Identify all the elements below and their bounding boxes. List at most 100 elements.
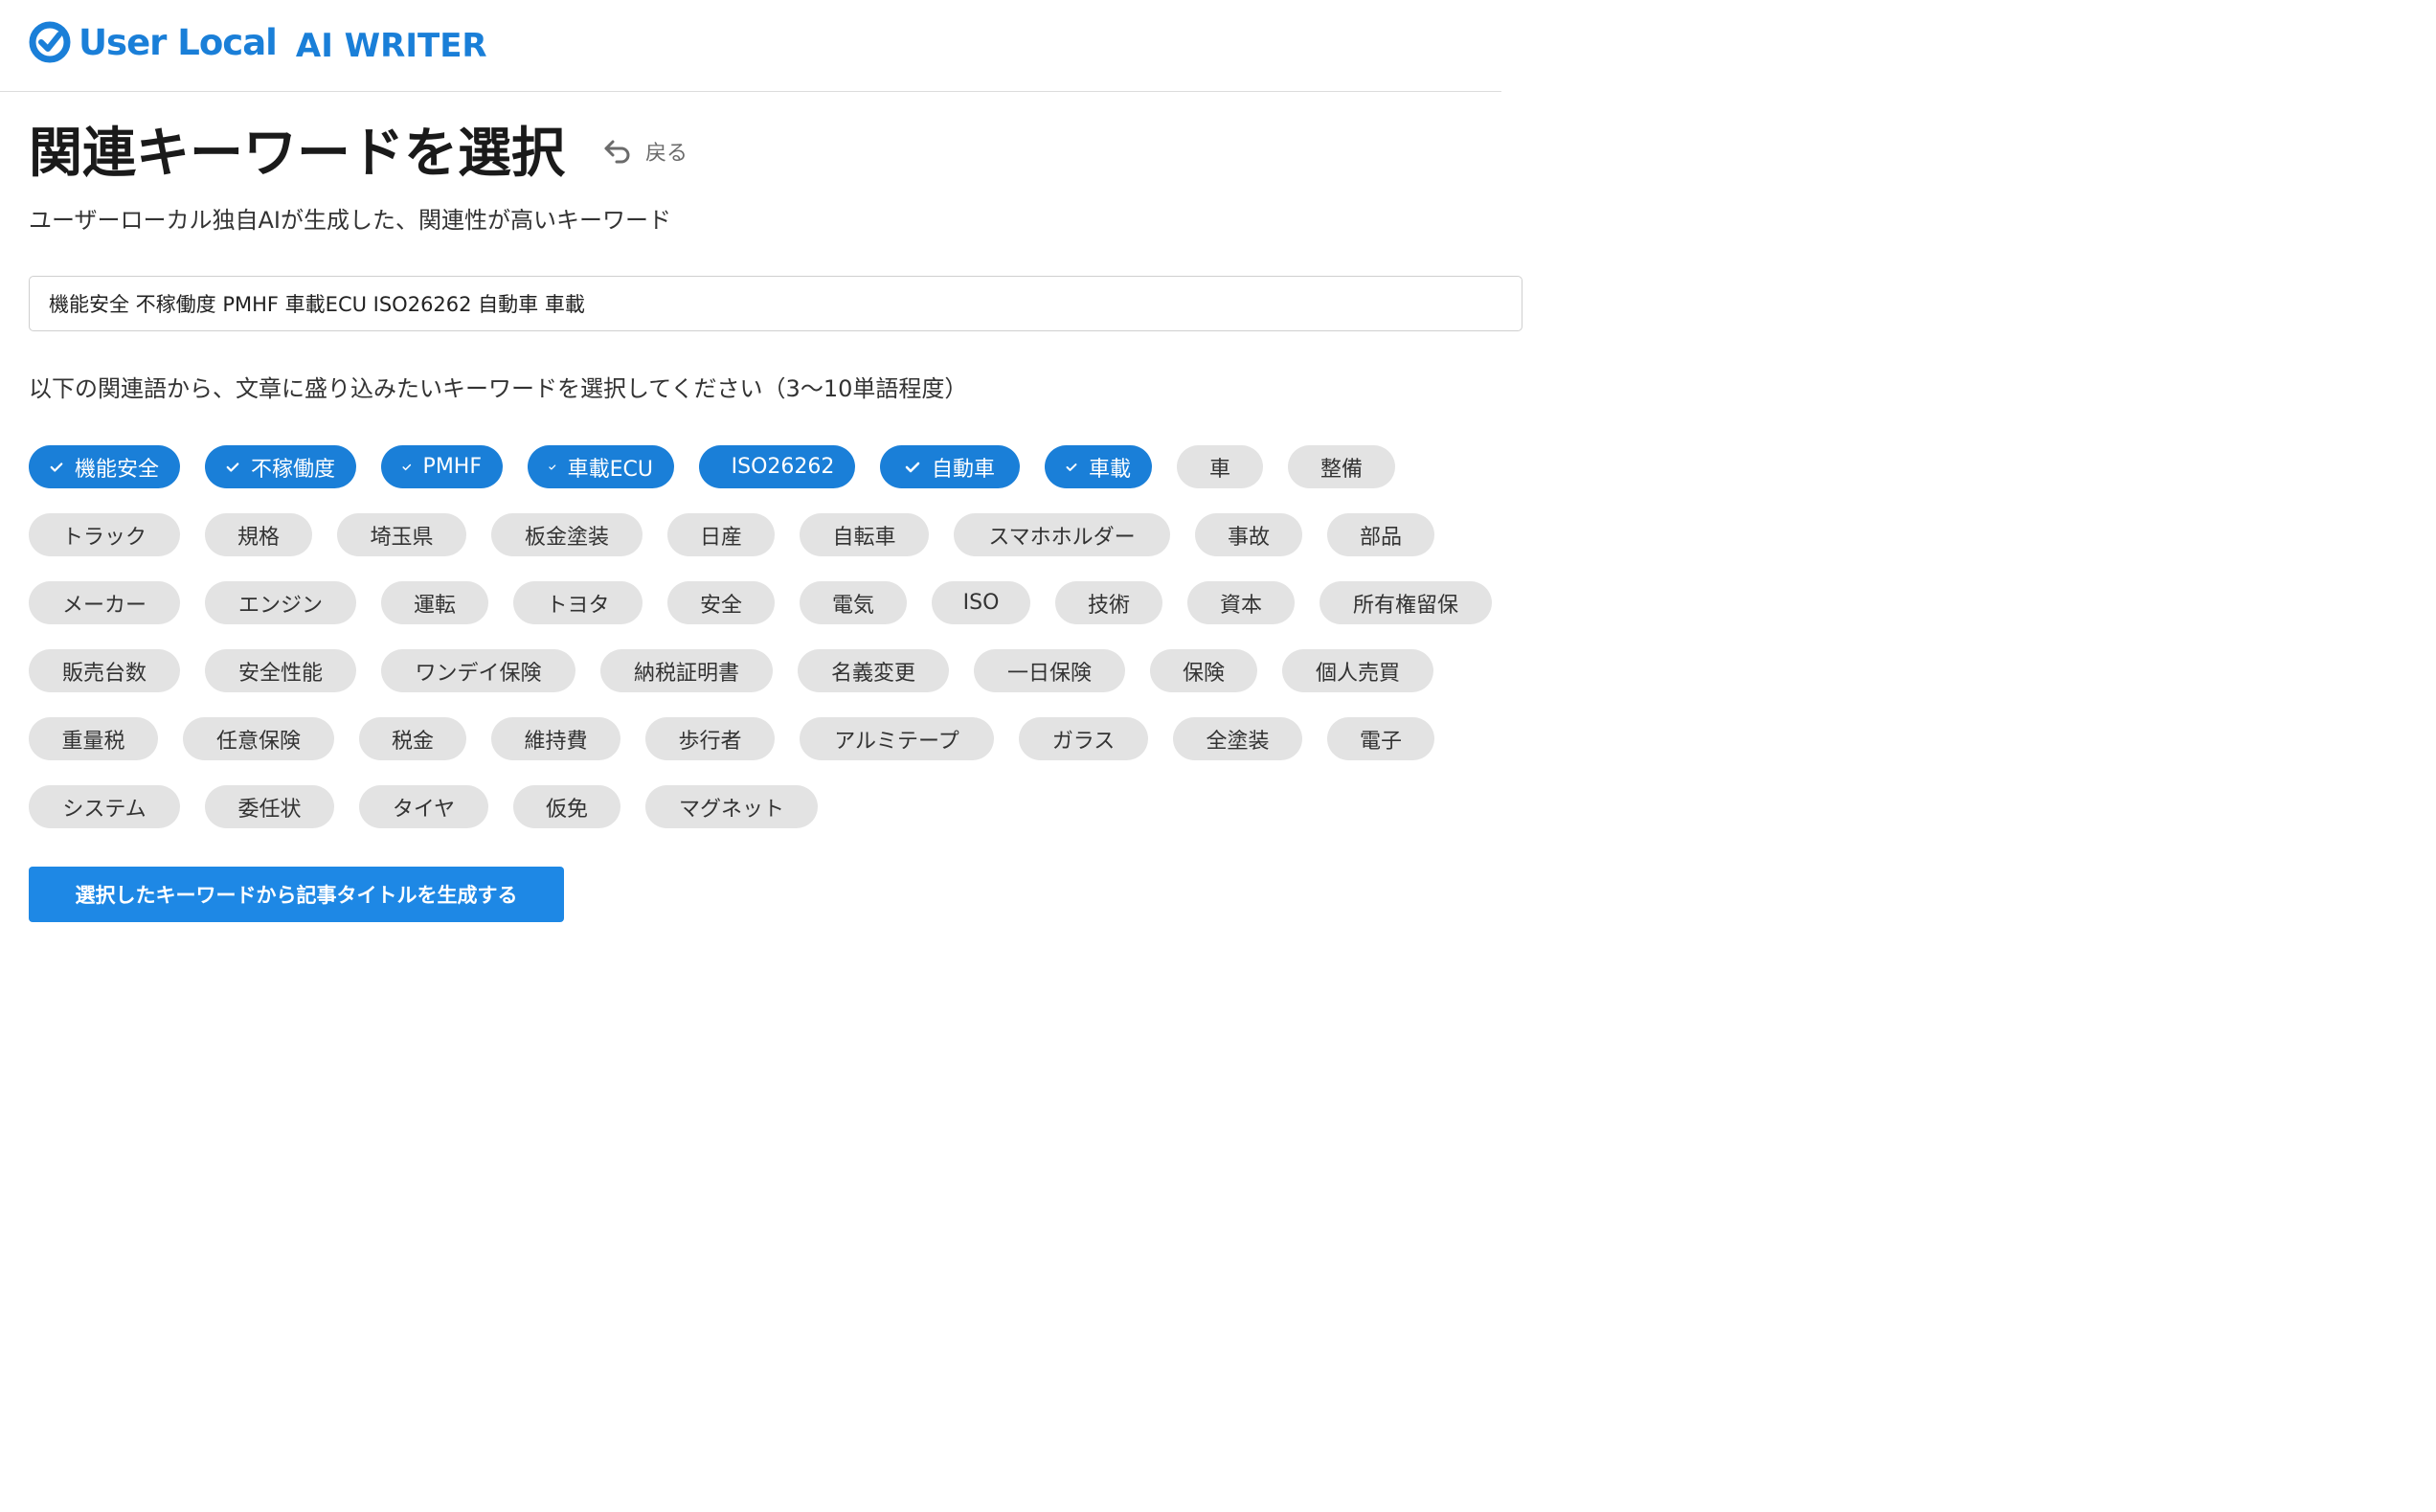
keyword-tag[interactable]: ガラス <box>1019 717 1148 760</box>
keyword-tag[interactable]: 電子 <box>1327 717 1434 760</box>
keyword-tag-selected[interactable]: 車載 <box>1045 445 1152 488</box>
keyword-tag-label: スマホホルダー <box>988 525 1136 550</box>
keyword-tag-label: 板金塗装 <box>524 525 609 550</box>
keyword-tag[interactable]: アルミテープ <box>800 717 994 760</box>
tag-row: システム 委任状 タイヤ 仮免 マグネット <box>29 785 1522 828</box>
keyword-tag[interactable]: 運転 <box>381 581 488 624</box>
keyword-tag[interactable]: 委任状 <box>205 785 334 828</box>
keyword-tag[interactable]: 重量税 <box>29 717 158 760</box>
keyword-tag[interactable]: 埼玉県 <box>337 513 466 556</box>
keyword-tag-label: 個人売買 <box>1315 661 1400 686</box>
keyword-tag[interactable]: ワンデイ保険 <box>381 649 575 692</box>
check-icon <box>905 462 920 472</box>
keyword-tag-label: 委任状 <box>237 797 302 822</box>
keyword-tag-label: 車載 <box>1088 457 1131 482</box>
back-button[interactable]: 戻る <box>603 136 688 167</box>
keyword-tag[interactable]: 維持費 <box>491 717 620 760</box>
keyword-tag-label: 歩行者 <box>678 729 742 754</box>
keyword-tag[interactable]: 技術 <box>1055 581 1162 624</box>
keyword-tag-label: 全塗装 <box>1206 729 1270 754</box>
keyword-tag[interactable]: 板金塗装 <box>491 513 643 556</box>
keyword-tag-label: タイヤ <box>392 797 456 822</box>
keyword-tag-label: 車載ECU <box>567 457 653 482</box>
keyword-tag[interactable]: メーカー <box>29 581 180 624</box>
keyword-tag-selected[interactable]: ISO26262 <box>699 445 855 488</box>
keyword-tag-selected[interactable]: 車載ECU <box>528 445 674 488</box>
keyword-tag-label: トラック <box>61 525 147 550</box>
keyword-tag-label: 部品 <box>1359 525 1402 550</box>
keyword-tag[interactable]: 規格 <box>205 513 312 556</box>
keyword-tag[interactable]: 全塗装 <box>1173 717 1302 760</box>
keyword-tag-label: エンジン <box>237 593 323 618</box>
keyword-tag-selected[interactable]: PMHF <box>381 445 503 488</box>
keyword-tag-label: トヨタ <box>546 593 610 618</box>
keyword-tag-label: メーカー <box>61 593 147 618</box>
keyword-tag-label: 整備 <box>1320 457 1363 482</box>
keyword-tag[interactable]: タイヤ <box>359 785 488 828</box>
keyword-tag-label: 任意保険 <box>215 729 301 754</box>
keyword-tag[interactable]: 整備 <box>1288 445 1395 488</box>
keyword-tag-label: ISO26262 <box>731 455 835 479</box>
logo-text: User Local <box>79 21 278 63</box>
keyword-tag[interactable]: 名義変更 <box>798 649 949 692</box>
keyword-tag[interactable]: 事故 <box>1195 513 1302 556</box>
keyword-tag-label: 埼玉県 <box>370 525 434 550</box>
keyword-tag-label: 電気 <box>831 593 874 618</box>
keyword-tag-selected[interactable]: 機能安全 <box>29 445 180 488</box>
keyword-tag[interactable]: 販売台数 <box>29 649 180 692</box>
check-icon <box>402 463 412 470</box>
keyword-tag[interactable]: 任意保険 <box>183 717 334 760</box>
tag-row: 販売台数 安全性能 ワンデイ保険 納税証明書 名義変更 一日保険 保険 個人売買 <box>29 649 1522 692</box>
keyword-tag-selected[interactable]: 自動車 <box>880 445 1020 488</box>
keyword-tag[interactable]: 歩行者 <box>645 717 775 760</box>
keyword-tag[interactable]: 資本 <box>1187 581 1295 624</box>
keyword-tag[interactable]: 一日保険 <box>974 649 1125 692</box>
keyword-tag[interactable]: 所有権留保 <box>1320 581 1492 624</box>
keyword-tag-label: PMHF <box>422 455 482 479</box>
keyword-tag-label: 自転車 <box>832 525 896 550</box>
keyword-tag-label: 販売台数 <box>61 661 147 686</box>
keyword-tag[interactable]: 保険 <box>1150 649 1257 692</box>
keyword-tag[interactable]: システム <box>29 785 180 828</box>
keyword-tag-label: 自動車 <box>931 457 995 482</box>
keyword-tag[interactable]: 税金 <box>359 717 466 760</box>
back-arrow-icon <box>604 140 630 164</box>
keyword-tag-label: 技術 <box>1087 593 1130 618</box>
keyword-tag-label: ISO <box>962 591 1000 615</box>
keyword-tag-label: 名義変更 <box>830 661 915 686</box>
tag-row: 重量税 任意保険 税金 維持費 歩行者 アルミテープ ガラス 全塗装 電子 <box>29 717 1522 760</box>
keyword-tag[interactable]: 自転車 <box>800 513 929 556</box>
keyword-tag[interactable]: スマホホルダー <box>954 513 1170 556</box>
keyword-tag-label: 車 <box>1208 457 1230 482</box>
keyword-tag[interactable]: 安全 <box>667 581 775 624</box>
keyword-tag-label: 機能安全 <box>74 457 159 482</box>
keyword-tag-label: 保険 <box>1182 661 1225 686</box>
keyword-tag[interactable]: 日産 <box>667 513 775 556</box>
keyword-tag[interactable]: 安全性能 <box>205 649 356 692</box>
check-icon <box>1066 463 1077 471</box>
keyword-tag-label: 事故 <box>1227 525 1270 550</box>
keyword-tag[interactable]: 個人売買 <box>1282 649 1433 692</box>
keyword-tag-label: 仮免 <box>545 797 588 822</box>
keyword-tag[interactable]: 納税証明書 <box>600 649 773 692</box>
generate-titles-button[interactable]: 選択したキーワードから記事タイトルを生成する <box>29 867 564 922</box>
keyword-tag[interactable]: 電気 <box>800 581 907 624</box>
keyword-tag[interactable]: エンジン <box>205 581 356 624</box>
check-icon <box>50 462 63 472</box>
keyword-tag[interactable]: ISO <box>932 581 1030 624</box>
keyword-tag-selected[interactable]: 不稼働度 <box>205 445 356 488</box>
keyword-tag[interactable]: 車 <box>1177 445 1263 488</box>
keyword-tag[interactable]: マグネット <box>645 785 818 828</box>
page-subtitle: ユーザーローカル独自AIが生成した、関連性が高いキーワード <box>29 207 672 234</box>
product-name: AI WRITER <box>295 27 487 65</box>
keyword-tag[interactable]: 部品 <box>1327 513 1434 556</box>
keyword-tag-label: 日産 <box>699 525 742 550</box>
keyword-tag[interactable]: 仮免 <box>513 785 620 828</box>
tag-row: 機能安全 不稼働度 PMHF 車載ECU ISO26262 自動車 車載 車 整備 <box>29 445 1522 488</box>
user-local-logo[interactable]: User Local AI WRITER <box>29 19 487 65</box>
keyword-tag-label: 重量税 <box>61 729 125 754</box>
keyword-tag[interactable]: トヨタ <box>513 581 643 624</box>
keywords-input[interactable] <box>29 276 1522 331</box>
keyword-tag[interactable]: トラック <box>29 513 180 556</box>
keyword-tag-label: 不稼働度 <box>250 457 335 482</box>
